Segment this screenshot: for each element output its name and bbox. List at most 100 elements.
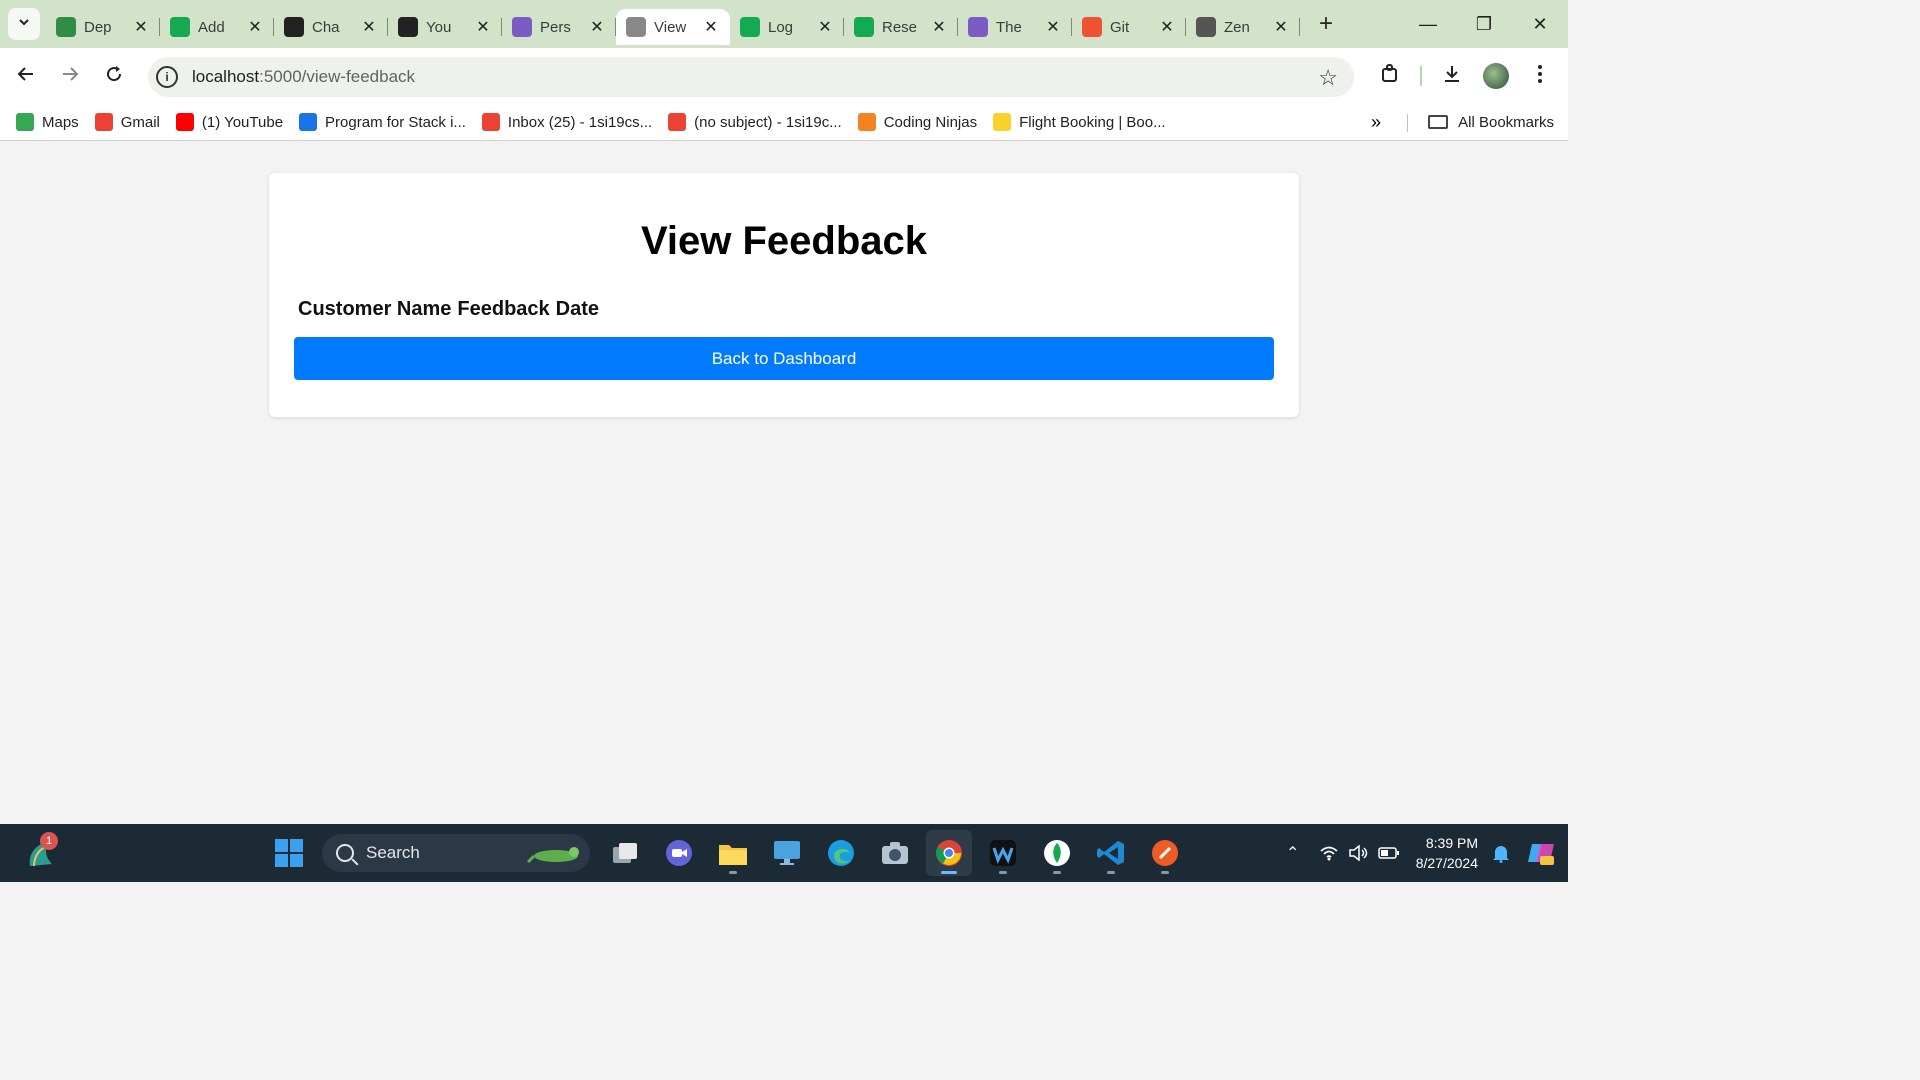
system-tray: ⌃ 8:39 PM 8/27/2024 [1278, 824, 1568, 882]
tab-title: Dep [84, 18, 112, 36]
teams-meet-button[interactable] [656, 830, 702, 876]
bookmark-star-icon[interactable]: ☆ [1318, 65, 1338, 91]
bookmark-1[interactable]: Gmail [87, 108, 168, 136]
bookmark-label: (1) YouTube [201, 113, 284, 131]
tab-close-icon[interactable]: ✕ [246, 17, 264, 37]
tab-close-icon[interactable]: ✕ [702, 17, 720, 37]
wifi-icon[interactable] [1314, 838, 1344, 868]
mongodb-compass-button[interactable] [1034, 830, 1080, 876]
all-bookmarks-button[interactable]: All Bookmarks [1428, 108, 1554, 136]
mongodb-leaf-icon [1044, 840, 1070, 866]
window-controls: — ❐ ✕ [1400, 0, 1568, 48]
new-tab-button[interactable]: + [1310, 8, 1342, 40]
bookmark-2[interactable]: (1) YouTube [168, 108, 291, 136]
notifications-button[interactable] [1486, 838, 1516, 868]
show-hidden-icons-button[interactable]: ⌃ [1278, 838, 1308, 868]
running-indicator [729, 871, 737, 874]
system-clock[interactable]: 8:39 PM 8/27/2024 [1416, 833, 1478, 873]
bookmark-5[interactable]: (no subject) - 1si19c... [660, 108, 850, 136]
downloads-button[interactable] [1430, 54, 1474, 98]
taskbar-search[interactable]: Search [322, 834, 590, 872]
double-chevron-icon: » [1370, 111, 1381, 132]
bookmark-0[interactable]: Maps [8, 108, 87, 136]
gmail-icon [668, 113, 687, 131]
menu-button[interactable] [1518, 54, 1562, 98]
chrome-button[interactable] [926, 830, 972, 876]
tab-title: Git [1110, 18, 1130, 36]
tab-9[interactable]: Git ✕ [1072, 9, 1186, 45]
coding-ninjas-icon [857, 113, 876, 131]
kebab-menu-icon [1537, 64, 1543, 89]
bookmark-6[interactable]: Coding Ninjas [850, 108, 985, 136]
tab-2[interactable]: Cha ✕ [274, 9, 388, 45]
url-text[interactable]: localhost:5000/view-feedback [192, 67, 415, 87]
tab-close-icon[interactable]: ✕ [360, 17, 378, 37]
bookmark-3[interactable]: Program for Stack i... [291, 108, 474, 136]
copilot-button[interactable] [1524, 838, 1558, 868]
site-info-icon[interactable]: i [156, 66, 178, 88]
tab-3[interactable]: You ✕ [388, 9, 502, 45]
tab-10[interactable]: Zen ✕ [1186, 9, 1300, 45]
tab-close-icon[interactable]: ✕ [816, 17, 834, 37]
battery-icon[interactable] [1374, 838, 1404, 868]
folder-icon [719, 845, 747, 865]
bookmark-label: Gmail [120, 113, 160, 131]
tab-close-icon[interactable]: ✕ [588, 17, 606, 37]
vscode-button[interactable] [1088, 830, 1134, 876]
bookmarks-divider [1407, 114, 1408, 132]
back-button[interactable] [6, 56, 46, 96]
tab-title: Rese [882, 18, 918, 36]
profile-button[interactable] [1474, 54, 1518, 98]
column-date: Date [555, 298, 600, 320]
minimize-button[interactable]: — [1400, 0, 1456, 48]
reload-button[interactable] [94, 56, 134, 96]
bookmark-7[interactable]: Flight Booking | Boo... [985, 108, 1173, 136]
tab-close-icon[interactable]: ✕ [474, 17, 492, 37]
page-title: View Feedback [640, 219, 928, 263]
forward-button[interactable] [50, 56, 90, 96]
address-bar[interactable]: i localhost:5000/view-feedback ☆ [148, 57, 1354, 97]
close-window-button[interactable]: ✕ [1512, 0, 1568, 48]
tab-close-icon[interactable]: ✕ [1158, 17, 1176, 37]
tab-search-button[interactable] [8, 8, 40, 40]
tab-4[interactable]: Pers ✕ [502, 9, 616, 45]
tab-close-icon[interactable]: ✕ [132, 17, 150, 37]
file-explorer-button[interactable] [710, 830, 756, 876]
task-view-button[interactable] [602, 830, 648, 876]
edge-button[interactable] [818, 830, 864, 876]
tab-close-icon[interactable]: ✕ [1272, 17, 1290, 37]
tab-8[interactable]: The ✕ [958, 9, 1072, 45]
bookmark-4[interactable]: Inbox (25) - 1si19cs... [474, 108, 660, 136]
gmail-icon [94, 113, 113, 131]
taskbar-apps: Search [262, 830, 1192, 876]
arrow-right-icon [60, 64, 80, 89]
maps-icon [16, 113, 34, 131]
start-button[interactable] [266, 830, 312, 876]
folder-icon [1428, 115, 1449, 129]
webstorm-button[interactable] [980, 830, 1026, 876]
tab-1[interactable]: Add ✕ [160, 9, 274, 45]
tab-close-icon[interactable]: ✕ [930, 17, 948, 37]
puzzle-icon [1379, 63, 1401, 90]
tab-6[interactable]: Log ✕ [730, 9, 844, 45]
vscode-icon [1097, 841, 1124, 865]
back-to-dashboard-button[interactable]: Back to Dashboard [294, 337, 1274, 380]
tab-7[interactable]: Rese ✕ [844, 9, 958, 45]
close-icon: ✕ [1532, 13, 1548, 34]
postman-button[interactable] [1142, 830, 1188, 876]
openai-icon [284, 17, 304, 37]
tab-close-icon[interactable]: ✕ [1044, 17, 1062, 37]
copilot-icon [1528, 844, 1554, 865]
extensions-button[interactable] [1368, 54, 1412, 98]
remote-desktop-button[interactable] [764, 830, 810, 876]
more-bookmarks-button[interactable]: » [1360, 108, 1392, 136]
tabs: Dep ✕ Add ✕ Cha ✕ You ✕ Pers ✕ View ✕ Log ✕ Rese ✕ The ✕ G… [46, 0, 1300, 48]
volume-icon[interactable] [1344, 838, 1374, 868]
tab-0[interactable]: Dep ✕ [46, 9, 160, 45]
restore-button[interactable]: ❐ [1456, 0, 1512, 48]
webex-icon [990, 840, 1016, 866]
plus-icon: + [1318, 10, 1333, 37]
tab-5[interactable]: View ✕ [616, 9, 730, 45]
camera-button[interactable] [872, 830, 918, 876]
all-bookmarks-label: All Bookmarks [1458, 113, 1554, 131]
